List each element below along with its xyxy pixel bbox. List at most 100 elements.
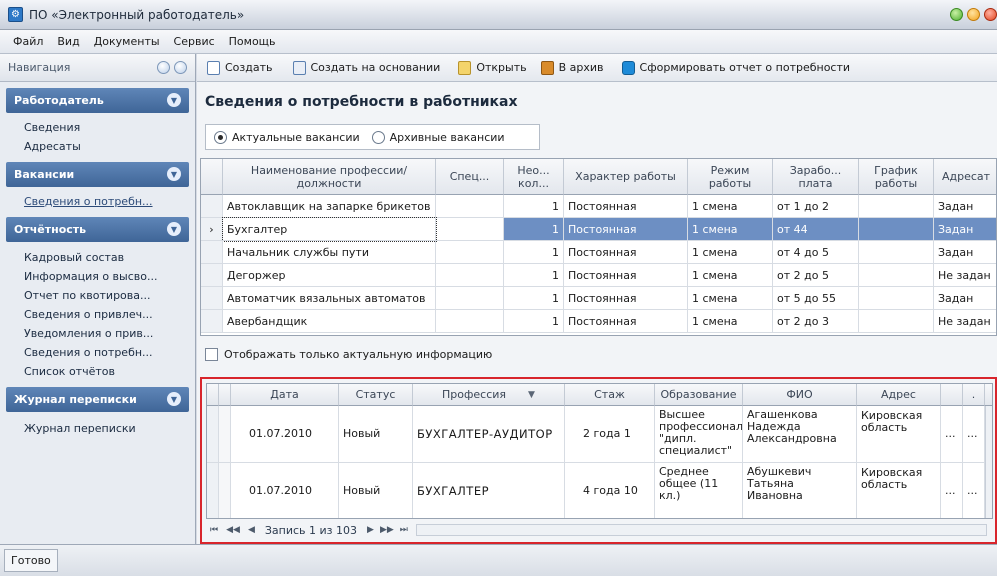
col-education[interactable]: Образование — [655, 384, 743, 406]
prev-record-icon[interactable]: ◀ — [248, 525, 255, 535]
col-date-cell[interactable]: 01.07.2010 — [231, 463, 339, 518]
col-spec[interactable]: Спец... — [436, 159, 504, 195]
horizontal-scrollbar[interactable] — [415, 524, 987, 536]
col-salary[interactable]: Зарабо... плата — [773, 159, 859, 195]
close-button[interactable] — [984, 8, 997, 21]
table-cell[interactable]: Бухгалтер — [222, 217, 437, 242]
collapse-icon[interactable]: ▼ — [167, 222, 181, 236]
nav-item-addressees[interactable]: Адресаты — [0, 137, 195, 156]
row-indicator[interactable] — [207, 406, 219, 463]
nav-item-notifications[interactable]: Уведомления о прив... — [0, 324, 195, 343]
table-cell[interactable] — [859, 241, 934, 264]
table-cell[interactable]: Задан — [934, 218, 996, 241]
nav-item-attraction-info[interactable]: Сведения о привлеч... — [0, 305, 195, 324]
prev-page-icon[interactable]: ◀◀ — [226, 525, 240, 535]
next-page-icon[interactable]: ▶▶ — [380, 525, 394, 535]
minimize-button[interactable] — [950, 8, 963, 21]
row-indicator[interactable] — [201, 287, 223, 310]
nav-item-demand-info[interactable]: Сведения о потребн... — [0, 192, 195, 211]
last-record-icon[interactable]: ⏭ — [400, 525, 408, 535]
table-cell[interactable] — [436, 218, 504, 241]
col-experience[interactable]: Стаж — [565, 384, 655, 406]
table-cell[interactable]: Не задан — [934, 310, 996, 333]
table-cell[interactable]: Задан — [934, 241, 996, 264]
col-profession-cell[interactable]: БУХГАЛТЕР — [413, 463, 565, 518]
table-cell[interactable] — [859, 218, 934, 241]
col-addressee[interactable]: Адресат — [934, 159, 996, 195]
nav-item-info[interactable]: Сведения — [0, 118, 195, 137]
nav-item-correspondence-log[interactable]: Журнал переписки — [0, 419, 195, 438]
table-cell[interactable]: 1 — [504, 287, 564, 310]
scroll-up-arrow[interactable] — [985, 384, 992, 406]
collapse-icon[interactable]: ▼ — [167, 167, 181, 181]
col-extra-a[interactable] — [941, 384, 963, 406]
table-cell[interactable]: от 4 до 5 — [773, 241, 859, 264]
nav-group-vacancies[interactable]: Вакансии ▼ — [6, 162, 189, 187]
next-record-icon[interactable]: ▶ — [367, 525, 374, 535]
col-education-cell[interactable]: Высшее профессиональное, "дипл. специали… — [655, 406, 743, 463]
table-cell[interactable]: 1 смена — [688, 195, 773, 218]
table-cell[interactable]: Задан — [934, 287, 996, 310]
row-indicator[interactable] — [201, 264, 223, 287]
col-schedule-mode[interactable]: Режим работы — [688, 159, 773, 195]
table-cell[interactable]: от 1 до 2 — [773, 195, 859, 218]
radio-actual-label[interactable]: Актуальные вакансии — [232, 131, 360, 144]
nav-group-employer[interactable]: Работодатель ▼ — [6, 88, 189, 113]
table-cell[interactable]: Постоянная — [564, 287, 688, 310]
ellipsis-button[interactable]: ... — [941, 463, 963, 518]
nav-forward-icon[interactable] — [174, 61, 187, 74]
table-cell[interactable]: 1 — [504, 310, 564, 333]
col-status-cell[interactable]: Новый — [339, 406, 413, 463]
table-cell[interactable]: 1 смена — [688, 264, 773, 287]
col-education-cell[interactable]: Среднее общее (11 кл.) — [655, 463, 743, 518]
table-cell[interactable]: 1 смена — [688, 310, 773, 333]
table-cell[interactable]: 1 — [504, 264, 564, 287]
row-pointer-icon[interactable]: › — [201, 218, 223, 241]
table-cell[interactable]: Не задан — [934, 264, 996, 287]
col-status[interactable]: Статус — [339, 384, 413, 406]
nav-item-quota-report[interactable]: Отчет по квотирова... — [0, 286, 195, 305]
table-cell[interactable]: 1 — [504, 218, 564, 241]
col-fio-cell[interactable]: Абушкевич Татьяна Ивановна — [743, 463, 857, 518]
collapse-icon[interactable]: ▼ — [167, 93, 181, 107]
col-experience-cell[interactable]: 2 года 1 — [565, 406, 655, 463]
table-cell[interactable]: Авербандщик — [223, 310, 436, 333]
table-cell[interactable]: Начальник службы пути — [223, 241, 436, 264]
col-address[interactable]: Адрес — [857, 384, 941, 406]
table-cell[interactable]: от 5 до 55 — [773, 287, 859, 310]
row-indicator[interactable] — [201, 195, 223, 218]
nav-item-release-info[interactable]: Информация о высво... — [0, 267, 195, 286]
col-extra-b[interactable]: . — [963, 384, 985, 406]
col-work-schedule[interactable]: График работы — [859, 159, 934, 195]
nav-back-icon[interactable] — [157, 61, 170, 74]
row-indicator[interactable] — [201, 310, 223, 333]
col-date[interactable]: Дата — [231, 384, 339, 406]
create-based-button[interactable]: Создать на основании — [292, 60, 440, 75]
col-date-cell[interactable]: 01.07.2010 — [231, 406, 339, 463]
table-cell[interactable]: 1 смена — [688, 287, 773, 310]
menu-service[interactable]: Сервис — [167, 35, 222, 48]
expand-cell[interactable] — [219, 406, 231, 463]
radio-archived[interactable] — [371, 130, 385, 144]
row-indicator[interactable] — [201, 241, 223, 264]
filter-icon[interactable]: ▼ — [528, 390, 535, 400]
only-actual-checkbox[interactable] — [205, 348, 218, 361]
table-cell[interactable]: Дегоржер — [223, 264, 436, 287]
table-cell[interactable]: 1 — [504, 241, 564, 264]
col-profession[interactable]: Наименование профессии/должности — [223, 159, 436, 195]
col-work-type[interactable]: Характер работы — [564, 159, 688, 195]
row-indicator[interactable] — [207, 463, 219, 518]
menu-help[interactable]: Помощь — [222, 35, 283, 48]
table-cell[interactable]: от 2 до 3 — [773, 310, 859, 333]
collapse-icon[interactable]: ▼ — [167, 392, 181, 406]
col-fio-cell[interactable]: Агашенкова Надежда Александровна — [743, 406, 857, 463]
nav-group-reports[interactable]: Отчётность ▼ — [6, 217, 189, 242]
nav-item-staff[interactable]: Кадровый состав — [0, 248, 195, 267]
nav-item-report-list[interactable]: Список отчётов — [0, 362, 195, 381]
table-cell[interactable] — [436, 241, 504, 264]
ellipsis-button[interactable]: ... — [941, 406, 963, 463]
table-cell[interactable] — [436, 195, 504, 218]
radio-actual[interactable] — [214, 130, 227, 144]
table-cell[interactable] — [859, 264, 934, 287]
ellipsis-button[interactable]: ... — [963, 406, 985, 463]
